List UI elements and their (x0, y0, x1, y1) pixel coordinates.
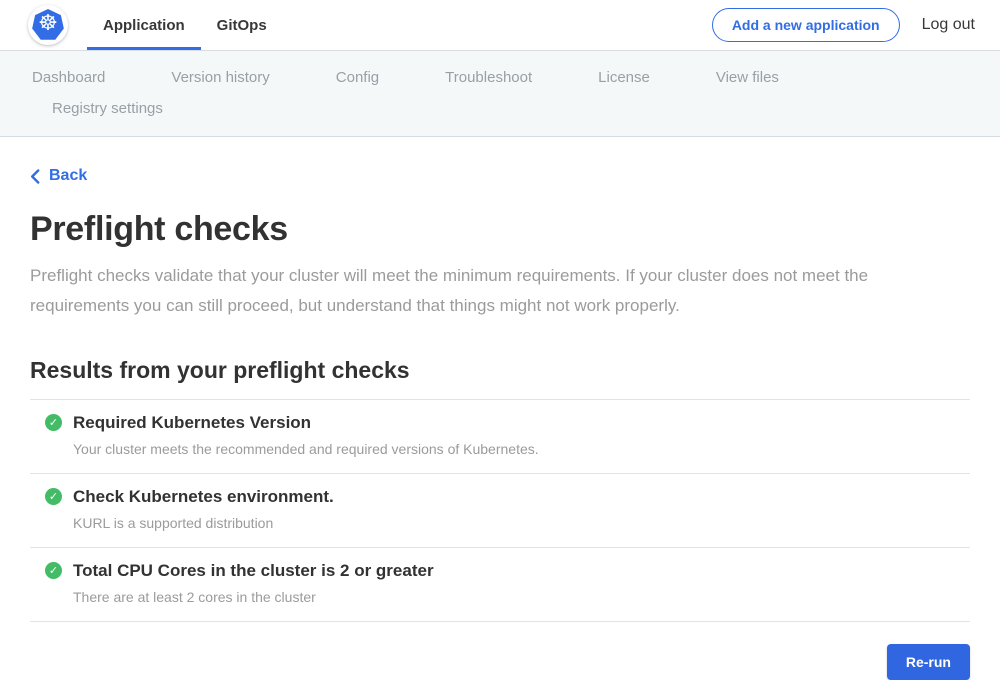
kubernetes-logo[interactable]: ☸ (28, 5, 68, 45)
check-item-cpu-cores: ✓ Total CPU Cores in the cluster is 2 or… (30, 548, 970, 622)
check-head: ✓ Total CPU Cores in the cluster is 2 or… (45, 561, 970, 581)
page-description: Preflight checks validate that your clus… (30, 261, 942, 321)
tab-gitops[interactable]: GitOps (201, 0, 283, 50)
logout-link[interactable]: Log out (922, 16, 975, 34)
check-circle-icon: ✓ (45, 488, 62, 505)
tab-application[interactable]: Application (87, 0, 201, 50)
kubernetes-logo-icon: ☸ (32, 9, 65, 41)
check-description: KURL is a supported distribution (73, 515, 970, 531)
check-head: ✓ Check Kubernetes environment. (45, 487, 970, 507)
back-link-label: Back (49, 167, 87, 185)
check-head: ✓ Required Kubernetes Version (45, 413, 970, 433)
top-navbar: ☸ Application GitOps Add a new applicati… (0, 0, 1000, 51)
check-item-kubernetes-environment: ✓ Check Kubernetes environment. KURL is … (30, 474, 970, 548)
check-item-kubernetes-version: ✓ Required Kubernetes Version Your clust… (30, 400, 970, 474)
check-circle-icon: ✓ (45, 562, 62, 579)
subnav-item-troubleshoot[interactable]: Troubleshoot (445, 69, 532, 86)
subnav-item-version-history[interactable]: Version history (171, 69, 269, 86)
check-circle-icon: ✓ (45, 414, 62, 431)
footer-actions: Re-run (30, 644, 970, 680)
subnav-item-config[interactable]: Config (336, 69, 379, 86)
topnav-right: Add a new application Log out (712, 8, 975, 42)
preflight-check-list: ✓ Required Kubernetes Version Your clust… (30, 399, 970, 622)
rerun-button[interactable]: Re-run (887, 644, 970, 680)
main-content: Back Preflight checks Preflight checks v… (0, 137, 1000, 680)
check-title: Total CPU Cores in the cluster is 2 or g… (73, 561, 434, 581)
subnav-row-1: Dashboard Version history Config Trouble… (0, 62, 1000, 93)
check-description: Your cluster meets the recommended and r… (73, 441, 970, 457)
subnav-row-2: Registry settings (0, 93, 1000, 124)
results-heading: Results from your preflight checks (30, 357, 970, 384)
page-title: Preflight checks (30, 210, 970, 249)
check-title: Required Kubernetes Version (73, 413, 311, 433)
check-title: Check Kubernetes environment. (73, 487, 334, 507)
subnav-item-view-files[interactable]: View files (716, 69, 779, 86)
back-chevron-icon (30, 169, 40, 184)
subnav-item-license[interactable]: License (598, 69, 650, 86)
subnav-item-dashboard[interactable]: Dashboard (32, 69, 105, 86)
subnav-item-registry-settings[interactable]: Registry settings (52, 100, 163, 117)
check-description: There are at least 2 cores in the cluste… (73, 589, 970, 605)
back-link[interactable]: Back (30, 167, 87, 185)
app-subnav: Dashboard Version history Config Trouble… (0, 51, 1000, 137)
topnav-tabs: Application GitOps (87, 0, 283, 50)
add-application-button[interactable]: Add a new application (712, 8, 900, 42)
